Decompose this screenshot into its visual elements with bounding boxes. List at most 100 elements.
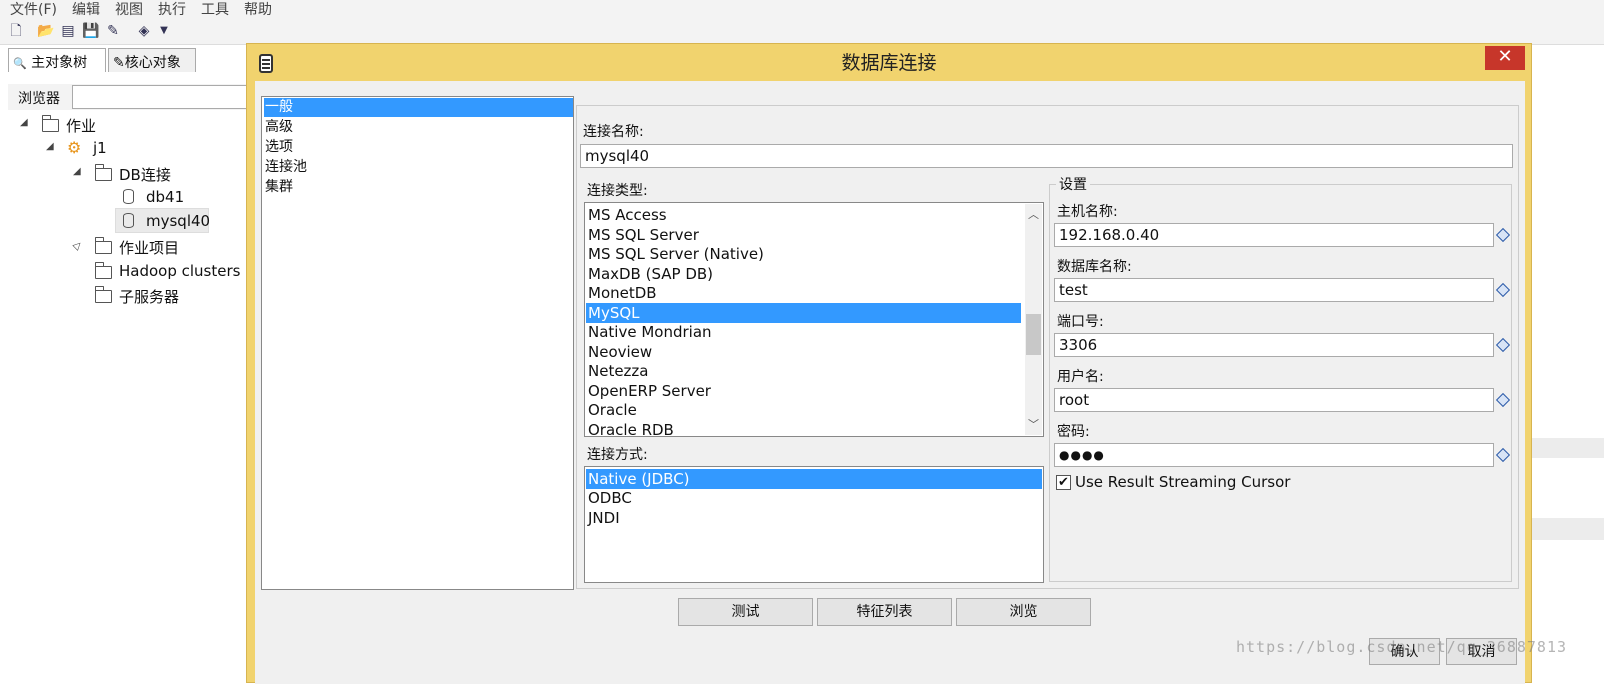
database-connection-dialog: 数据库连接 ✕ 一般 高级 选项 连接池 集群 连接名称: mysql40 连接… (246, 43, 1532, 684)
settings-category-list: 一般 高级 选项 连接池 集群 (261, 96, 574, 590)
dialog-title: 数据库连接 (841, 52, 937, 74)
browser-row: 浏览器 (8, 84, 262, 110)
browser-filter-input[interactable] (72, 85, 262, 109)
explore-icon[interactable]: ▤ (60, 23, 76, 39)
host-label: 主机名称: (1057, 204, 1118, 220)
toolbar: 🗋 📂 ▤ 💾 ✎ ◈ ▼ (0, 17, 1604, 45)
connection-type-item[interactable]: Neoview (586, 342, 1021, 362)
expand-arrow-icon[interactable]: ◢ (46, 141, 54, 152)
password-label: 密码: (1057, 424, 1090, 440)
connection-type-item[interactable]: MaxDB (SAP DB) (586, 264, 1021, 284)
tree-item-jobs[interactable]: 作业 (66, 115, 96, 136)
tree-item-j1[interactable]: j1 (93, 139, 107, 157)
tab-main-object-tree-label: 主对象树 (31, 55, 88, 71)
access-method-item[interactable]: JNDI (586, 508, 1042, 528)
folder-icon (94, 286, 112, 303)
expand-arrow-icon[interactable]: ◢ (20, 117, 28, 128)
scroll-up-icon[interactable]: ︿ (1025, 206, 1042, 223)
connection-type-item[interactable]: MS SQL Server (Native) (586, 244, 1021, 264)
background-strip (1532, 518, 1604, 540)
tree-item-db41[interactable]: db41 (146, 188, 184, 206)
tree-item-db-connections[interactable]: DB连接 (119, 164, 171, 185)
close-button[interactable]: ✕ (1485, 46, 1525, 70)
connection-type-item[interactable]: MS Access (586, 205, 1021, 225)
scroll-down-icon[interactable]: ﹀ (1025, 416, 1042, 433)
watermark-text: https://blog.csdn.net/qq_36887813 (1236, 638, 1568, 656)
variable-icon[interactable] (1495, 227, 1511, 243)
connection-type-label: 连接类型: (587, 183, 648, 199)
connection-type-list[interactable]: MS Access MS SQL Server MS SQL Server (N… (584, 202, 1044, 437)
connection-type-item[interactable]: Oracle RDB (586, 420, 1021, 436)
connection-name-input[interactable]: mysql40 (580, 144, 1513, 168)
feature-list-button[interactable]: 特征列表 (817, 598, 952, 626)
access-method-label: 连接方式: (587, 447, 648, 463)
nav-item-options[interactable]: 选项 (264, 138, 573, 157)
variable-icon[interactable] (1495, 447, 1511, 463)
port-input[interactable]: 3306 (1054, 333, 1494, 357)
save-icon[interactable]: 💾 (82, 23, 99, 39)
folder-icon (41, 115, 59, 132)
open-folder-icon[interactable]: 📂 (37, 23, 54, 39)
tab-core-objects-label: 核心对象 (124, 55, 181, 71)
variable-icon[interactable] (1495, 282, 1511, 298)
folder-icon (94, 262, 112, 279)
tree-item-hadoop-clusters[interactable]: Hadoop clusters (119, 262, 240, 280)
job-icon: ⚙ (67, 138, 82, 157)
save-as-icon[interactable]: ✎ (105, 23, 121, 39)
background-strip (1532, 438, 1604, 458)
database-name-input[interactable]: test (1054, 278, 1494, 302)
general-settings-panel: 连接名称: mysql40 连接类型: MS Access MS SQL Ser… (576, 105, 1519, 589)
dropdown-arrow-icon[interactable]: ▼ (156, 23, 172, 39)
tab-core-objects[interactable]: ✎核心对象 (108, 48, 196, 72)
database-name-label: 数据库名称: (1057, 259, 1132, 275)
connection-name-label: 连接名称: (583, 124, 644, 140)
streaming-cursor-checkbox[interactable]: ✔ (1056, 475, 1071, 490)
nav-item-general[interactable]: 一般 (264, 98, 573, 117)
browser-label: 浏览器 (18, 91, 60, 107)
connection-type-item[interactable]: OpenERP Server (586, 381, 1021, 401)
pencil-icon: ✎ (113, 55, 125, 71)
test-button[interactable]: 测试 (678, 598, 813, 626)
database-icon (123, 213, 134, 228)
settings-group: 设置 主机名称: 192.168.0.40 数据库名称: test 端口号: 3… (1049, 174, 1512, 582)
tree-item-job-items[interactable]: 作业项目 (119, 237, 179, 258)
database-icon (123, 189, 134, 204)
dialog-body: 一般 高级 选项 连接池 集群 连接名称: mysql40 连接类型: MS A… (255, 81, 1525, 684)
connection-type-item[interactable]: Oracle (586, 400, 1021, 420)
tree-tab-icon: 🔍 (13, 57, 27, 70)
connection-type-item[interactable]: Netezza (586, 361, 1021, 381)
nav-item-advanced[interactable]: 高级 (264, 118, 573, 137)
collapsed-arrow-icon[interactable]: ▷ (71, 239, 84, 252)
variable-icon[interactable] (1495, 337, 1511, 353)
access-method-item-selected[interactable]: Native (JDBC) (586, 469, 1042, 489)
password-input[interactable]: ●●●● (1054, 443, 1494, 467)
left-tab-strip: 🔍 主对象树 ✎核心对象 (8, 48, 248, 74)
nav-item-clustering[interactable]: 集群 (264, 178, 573, 197)
layers-icon[interactable]: ◈ (136, 23, 152, 39)
connection-type-item[interactable]: MS SQL Server (586, 225, 1021, 245)
scroll-thumb[interactable] (1026, 314, 1041, 355)
tree-item-subservers[interactable]: 子服务器 (119, 286, 179, 307)
access-method-item[interactable]: ODBC (586, 488, 1042, 508)
folder-icon (94, 164, 112, 181)
explore-button[interactable]: 浏览 (956, 598, 1091, 626)
vertical-scrollbar[interactable]: ︿ ﹀ (1025, 204, 1042, 435)
access-method-list[interactable]: Native (JDBC) ODBC JNDI (584, 466, 1044, 583)
connection-type-item[interactable]: Native Mondrian (586, 322, 1021, 342)
tree-item-mysql40[interactable]: mysql40 (146, 212, 210, 230)
menu-bar: 文件(F) 编辑 视图 执行 工具 帮助 (0, 0, 1604, 18)
folder-icon (94, 237, 112, 254)
username-label: 用户名: (1057, 369, 1104, 385)
port-label: 端口号: (1057, 314, 1104, 330)
settings-group-title: 设置 (1056, 174, 1090, 194)
username-input[interactable]: root (1054, 388, 1494, 412)
host-input[interactable]: 192.168.0.40 (1054, 223, 1494, 247)
new-file-icon[interactable]: 🗋 (8, 23, 24, 39)
close-icon: ✕ (1497, 46, 1513, 67)
connection-type-item[interactable]: MonetDB (586, 283, 1021, 303)
connection-type-item-selected[interactable]: MySQL (586, 303, 1021, 323)
expand-arrow-icon[interactable]: ◢ (73, 166, 81, 177)
variable-icon[interactable] (1495, 392, 1511, 408)
tab-main-object-tree[interactable]: 🔍 主对象树 (8, 48, 106, 72)
nav-item-pooling[interactable]: 连接池 (264, 158, 573, 177)
